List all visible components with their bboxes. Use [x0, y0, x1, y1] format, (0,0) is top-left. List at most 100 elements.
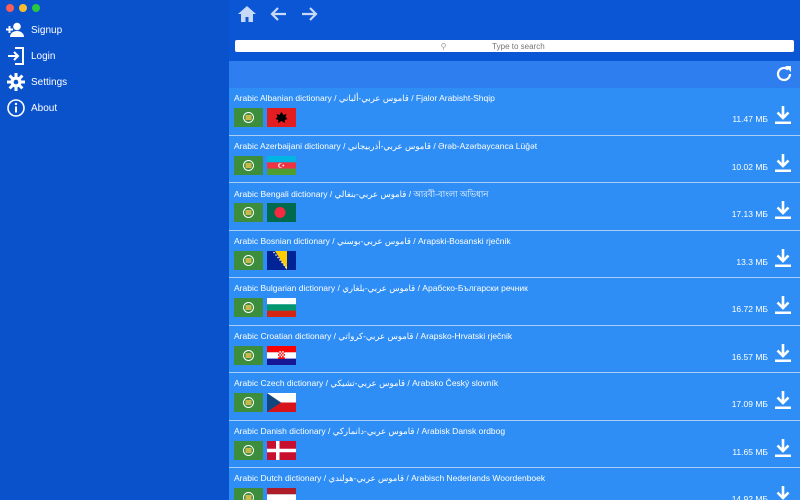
dictionary-title: Arabic Azerbaijani dictionary / قاموس عر… [234, 140, 538, 151]
forward-button[interactable] [299, 5, 321, 27]
file-size: 16.57 МБ [731, 351, 768, 362]
arabic-flag-icon [234, 298, 263, 317]
croatia-flag-icon [267, 345, 296, 365]
dictionary-list: Arabic Albanian dictionary / قاموس عربي-… [229, 88, 800, 500]
sidebar-item-about[interactable]: About [6, 95, 67, 121]
arabic-flag-icon [234, 393, 263, 412]
file-size: 11.65 МБ [732, 446, 768, 457]
dictionary-row[interactable]: Arabic Danish dictionary / قاموس عربي-دا… [229, 420, 800, 468]
sidebar-item-label: Signup [31, 24, 63, 36]
flags [234, 203, 296, 222]
download-icon [774, 201, 792, 224]
file-size: 16.72 МБ [731, 304, 768, 314]
czech-flag-icon [267, 393, 296, 412]
dictionary-row[interactable]: Arabic Azerbaijani dictionary / قاموس عر… [229, 135, 800, 183]
bosnia-flag-icon [267, 250, 296, 270]
minimize-window-button[interactable] [19, 4, 27, 12]
flags [234, 440, 296, 460]
download-button[interactable] [774, 485, 792, 500]
download-button[interactable] [774, 105, 792, 125]
arabic-flag-icon [234, 250, 263, 270]
arabic-flag-icon [234, 440, 263, 460]
download-button[interactable] [774, 390, 792, 410]
login-icon [6, 46, 26, 66]
dictionary-title: Arabic Albanian dictionary / قاموس عربي-… [234, 93, 495, 103]
sidebar-item-signup[interactable]: Signup [6, 17, 67, 43]
sidebar-item-settings[interactable]: Settings [6, 69, 67, 95]
file-size: 13.3 МБ [736, 256, 768, 267]
bulgaria-flag-icon [267, 298, 296, 317]
download-button[interactable] [774, 200, 792, 220]
sidebar-item-label: Settings [31, 76, 68, 88]
sidebar-item-login[interactable]: Login [6, 43, 67, 69]
albania-flag-icon [267, 108, 296, 127]
download-icon [774, 438, 792, 462]
download-button[interactable] [774, 248, 792, 268]
flags [234, 108, 296, 127]
refresh-icon [774, 66, 794, 88]
arabic-flag-icon [234, 203, 263, 222]
side-menu: Signup Login Settings About [6, 17, 67, 121]
file-size: 17.09 МБ [731, 399, 768, 409]
bangladesh-flag-icon [267, 203, 296, 222]
flags [234, 488, 296, 500]
arrow-right-icon [301, 6, 319, 27]
download-icon [774, 343, 792, 367]
refresh-button[interactable] [774, 64, 794, 84]
dictionary-title: Arabic Dutch dictionary / قاموس عربي-هول… [234, 473, 546, 483]
dictionary-title: Arabic Danish dictionary / قاموس عربي-دا… [234, 425, 506, 436]
flags [234, 345, 296, 365]
flags [234, 155, 296, 175]
download-icon [774, 106, 792, 129]
dictionary-row[interactable]: Arabic Bosnian dictionary / قاموس عربي-ب… [229, 230, 800, 278]
zoom-window-button[interactable] [32, 4, 40, 12]
dictionary-row[interactable]: Arabic Bulgarian dictionary / قاموس عربي… [229, 278, 800, 326]
download-icon [774, 153, 792, 177]
arrow-left-icon [269, 6, 287, 27]
main-panel: ⚲ Arabic Albanian dictionary / قاموس عرب… [229, 0, 800, 500]
arabic-flag-icon [234, 108, 263, 127]
dictionary-row[interactable]: Arabic Albanian dictionary / قاموس عربي-… [229, 88, 800, 136]
dictionary-row[interactable]: Arabic Dutch dictionary / قاموس عربي-هول… [229, 468, 800, 500]
dictionary-title: Arabic Czech dictionary / قاموس عربي-تشي… [234, 378, 499, 388]
arabic-flag-icon [234, 488, 263, 500]
window-controls [6, 4, 40, 12]
dictionary-title: Arabic Bengali dictionary / قاموس عربي-ب… [234, 189, 489, 199]
download-button[interactable] [774, 153, 792, 173]
navigation-bar [229, 0, 800, 40]
dictionary-title: Arabic Bosnian dictionary / قاموس عربي-ب… [234, 235, 511, 246]
download-button[interactable] [774, 343, 792, 363]
denmark-flag-icon [267, 440, 296, 460]
download-button[interactable] [774, 295, 792, 315]
info-icon [6, 98, 26, 118]
dictionary-row[interactable]: Arabic Czech dictionary / قاموس عربي-تشي… [229, 373, 800, 421]
dictionary-row[interactable]: Arabic Croatian dictionary / قاموس عربي-… [229, 325, 800, 373]
download-icon [774, 486, 792, 500]
list-toolbar [229, 61, 800, 88]
azerbaijan-flag-icon [267, 155, 296, 175]
flags [234, 250, 296, 270]
file-size: 14.92 МБ [731, 494, 768, 500]
file-size: 11.47 МБ [732, 114, 768, 124]
home-button[interactable] [236, 5, 258, 27]
search-bar[interactable]: ⚲ [235, 40, 794, 52]
file-size: 17.13 МБ [731, 209, 768, 219]
add-user-icon [6, 20, 26, 40]
dictionary-title: Arabic Bulgarian dictionary / قاموس عربي… [234, 283, 528, 293]
download-icon [774, 391, 792, 414]
search-icon: ⚲ [440, 41, 447, 51]
close-window-button[interactable] [6, 4, 14, 12]
gear-icon [6, 72, 26, 92]
search-input[interactable] [448, 41, 589, 51]
sidebar-item-label: About [31, 102, 58, 114]
download-button[interactable] [774, 438, 792, 458]
download-icon [774, 248, 792, 272]
download-icon [774, 296, 792, 319]
dictionary-row[interactable]: Arabic Bengali dictionary / قاموس عربي-ب… [229, 183, 800, 231]
sidebar: Signup Login Settings About [0, 0, 229, 500]
file-size: 10.02 МБ [731, 161, 768, 172]
back-button[interactable] [267, 5, 289, 27]
home-icon [237, 5, 257, 28]
flags [234, 393, 296, 412]
sidebar-item-label: Login [31, 50, 56, 62]
